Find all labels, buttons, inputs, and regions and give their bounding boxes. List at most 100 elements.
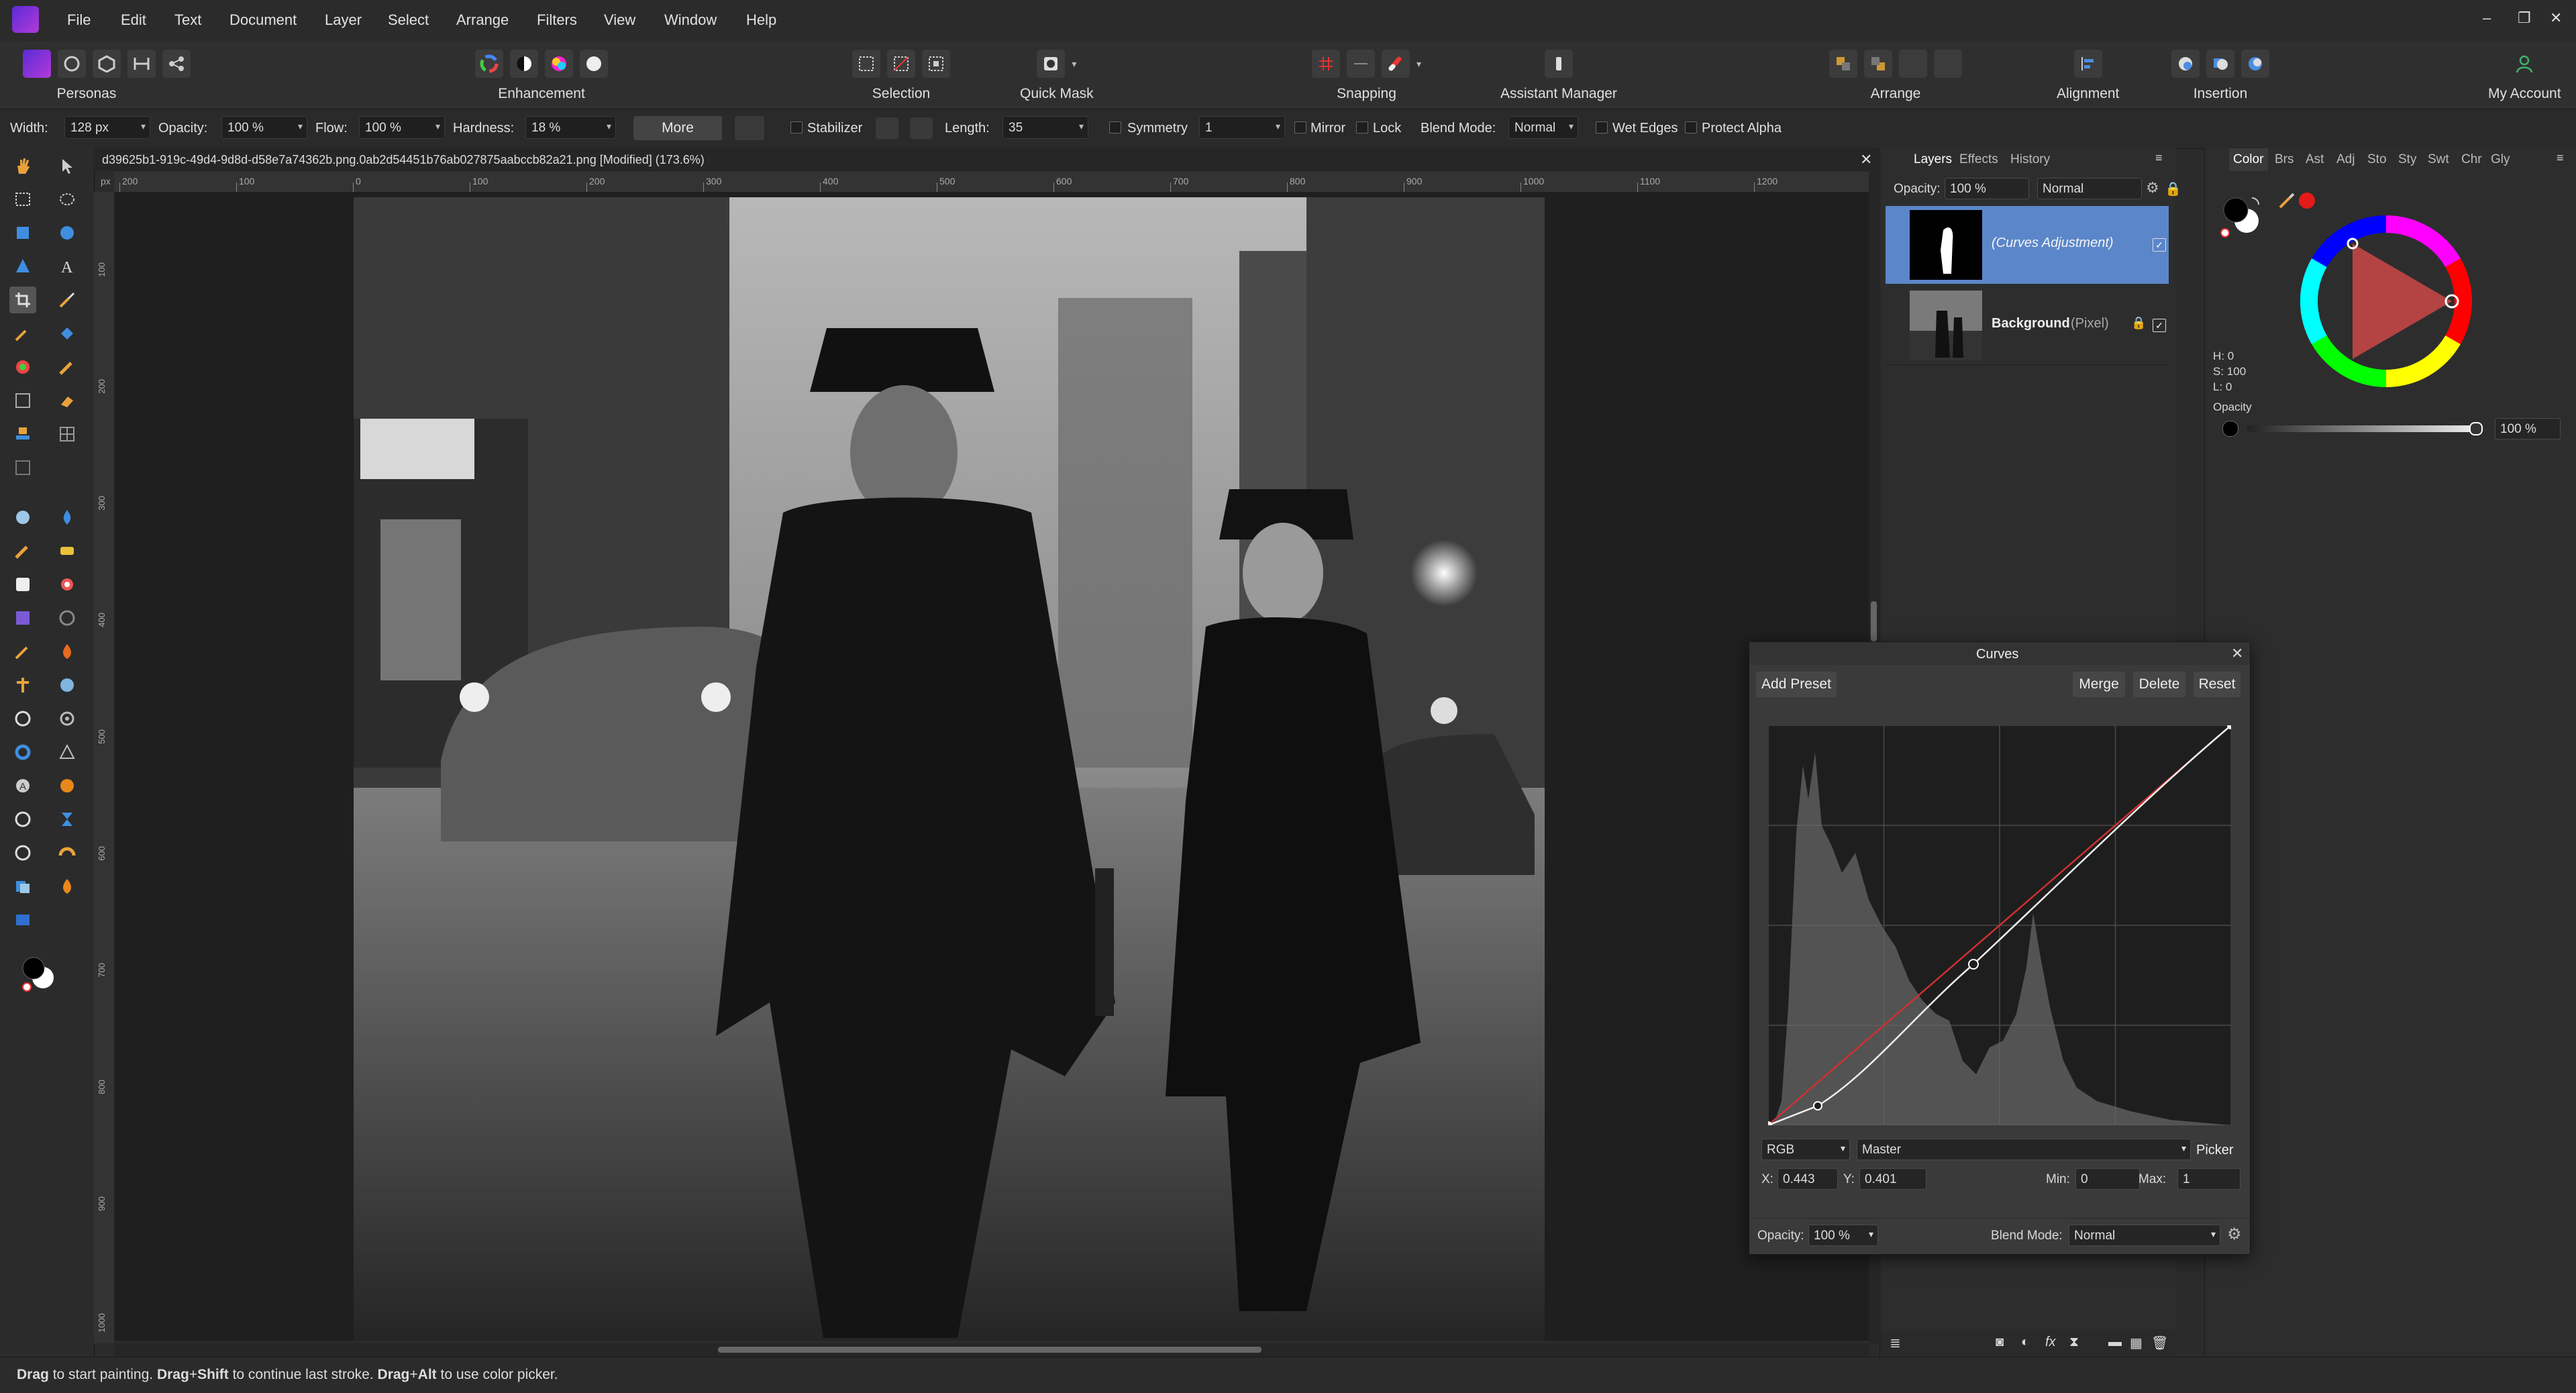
close-window-button[interactable]: ✕ <box>2550 9 2562 27</box>
live-filter-icon[interactable]: ⧗ <box>2069 1335 2079 1350</box>
tab-swatches[interactable]: Swt <box>2428 152 2449 167</box>
paint-brush-tool-icon[interactable] <box>54 287 81 313</box>
clone-stamp-tool-icon[interactable] <box>9 421 36 448</box>
burn-tool-icon[interactable] <box>54 638 81 665</box>
document-image[interactable] <box>354 197 1545 1341</box>
layer-stack-icon[interactable]: ≣ <box>1890 1335 1901 1351</box>
select-all-icon[interactable] <box>852 50 880 78</box>
picker-button[interactable]: Picker <box>2196 1143 2234 1158</box>
length-field[interactable]: 35 ▾ <box>1002 116 1088 139</box>
hardness-field[interactable]: 18 % ▾ <box>525 116 616 139</box>
liquify-persona-icon[interactable] <box>58 50 86 78</box>
colour-space-select[interactable]: RGB ▾ <box>1761 1139 1850 1160</box>
frame-tool-icon[interactable] <box>9 873 36 900</box>
quick-mask-dropdown-icon[interactable]: ▾ <box>1072 58 1076 70</box>
pixel-tool-icon[interactable] <box>9 354 36 380</box>
tone-mapping-persona-icon[interactable] <box>127 50 156 78</box>
freehand-selection-icon[interactable] <box>54 186 81 213</box>
opacity-dropdown-icon[interactable]: ▾ <box>298 121 303 132</box>
fx-icon[interactable]: fx <box>2045 1335 2056 1350</box>
curves-opacity-field[interactable]: 100 % ▾ <box>1808 1225 1878 1246</box>
tab-effects[interactable]: Effects <box>1959 152 1998 167</box>
arrange-front-icon[interactable] <box>1829 50 1857 78</box>
hand-tool-icon[interactable] <box>9 152 36 179</box>
current-color-dot[interactable] <box>2299 193 2315 209</box>
gradient-tool-icon[interactable] <box>9 605 36 631</box>
horizontal-scrollbar[interactable] <box>114 1343 1869 1357</box>
tab-layers[interactable]: Layers <box>1914 152 1952 167</box>
smudge-tool-icon[interactable] <box>9 537 36 564</box>
crop-tool-icon[interactable] <box>9 287 36 313</box>
tab-glyphs[interactable]: Gly <box>2491 152 2510 167</box>
rope-mode-icon[interactable] <box>876 117 898 139</box>
invert-selection-icon[interactable] <box>922 50 950 78</box>
color-wheel[interactable] <box>2298 213 2475 390</box>
background-layer-visibility-checkbox[interactable]: ✓ <box>2153 319 2166 332</box>
opacity-field[interactable]: 100 % ▾ <box>221 116 307 139</box>
width-dropdown-icon[interactable]: ▾ <box>141 121 146 132</box>
patch-tool-icon[interactable] <box>9 672 36 699</box>
tab-assets[interactable]: Ast <box>2306 152 2324 167</box>
mask-layer-icon[interactable]: ◙ <box>1996 1335 2004 1350</box>
snap-grid-icon[interactable] <box>1312 50 1340 78</box>
insert-top-icon[interactable] <box>2241 50 2269 78</box>
layer-lock-icon[interactable]: 🔒 <box>2165 180 2181 197</box>
shape-orange-icon[interactable] <box>54 772 81 799</box>
layer-row-curves[interactable]: (Curves Adjustment) ✓ <box>1886 206 2169 284</box>
close-document-icon[interactable]: ✕ <box>1860 151 1872 168</box>
menu-edit[interactable]: Edit <box>121 11 146 29</box>
menu-layer[interactable]: Layer <box>325 11 362 29</box>
cog-tool-icon[interactable]: A <box>9 772 36 799</box>
width-field[interactable]: 128 px ▾ <box>64 116 150 139</box>
maximize-button[interactable]: ❐ <box>2518 9 2531 27</box>
background-layer-lock-icon[interactable]: 🔒 <box>2131 316 2146 330</box>
mirror-checkbox[interactable] <box>1294 121 1306 134</box>
develop-persona-icon[interactable] <box>93 50 121 78</box>
panel-menu-icon[interactable]: ≡ <box>2155 151 2163 165</box>
menu-select[interactable]: Select <box>388 11 429 29</box>
color-panel-menu-icon[interactable]: ≡ <box>2557 151 2564 165</box>
curves-layer-visibility-checkbox[interactable]: ✓ <box>2153 238 2166 252</box>
ring-tool-icon[interactable] <box>54 705 81 732</box>
deselect-icon[interactable] <box>887 50 915 78</box>
curves-settings-icon[interactable]: ⚙ <box>2227 1225 2242 1244</box>
layer-opacity-field[interactable]: 100 % <box>1945 178 2029 199</box>
vertical-scroll-thumb[interactable] <box>1871 601 1877 641</box>
arrange-back-icon[interactable] <box>1899 50 1927 78</box>
ellipse-tool-icon[interactable] <box>54 219 81 246</box>
dodge-tool-icon[interactable] <box>9 504 36 531</box>
blur-tool-icon[interactable] <box>54 504 81 531</box>
table-tool-icon[interactable] <box>9 907 36 933</box>
insert-behind-icon[interactable] <box>2206 50 2234 78</box>
account-icon[interactable] <box>2510 50 2538 78</box>
menu-document[interactable]: Document <box>229 11 297 29</box>
snapping-magnet-icon[interactable] <box>1382 50 1410 78</box>
blend-mode-dropdown-icon[interactable]: ▾ <box>1569 121 1574 132</box>
lock-checkbox[interactable] <box>1356 121 1368 134</box>
flow-field[interactable]: 100 % ▾ <box>359 116 445 139</box>
perspective-tool-icon[interactable] <box>9 387 36 414</box>
hardness-dropdown-icon[interactable]: ▾ <box>607 121 611 132</box>
photo-persona-icon[interactable] <box>23 50 51 78</box>
retouch-tool-icon[interactable] <box>9 638 36 665</box>
menu-help[interactable]: Help <box>746 11 776 29</box>
curves-graph[interactable] <box>1768 725 2231 1125</box>
min-field[interactable]: 0 <box>2075 1168 2140 1190</box>
transparency-tool-icon[interactable] <box>9 571 36 598</box>
vector-tool-icon[interactable] <box>9 705 36 732</box>
menu-window[interactable]: Window <box>664 11 717 29</box>
eraser-tool-icon[interactable] <box>54 387 81 414</box>
x-field[interactable]: 0.443 <box>1778 1168 1838 1190</box>
alignment-icon[interactable] <box>2073 50 2102 78</box>
auto-colors-icon[interactable] <box>545 50 573 78</box>
tab-adjustments[interactable]: Adj <box>2336 152 2355 167</box>
document-tab[interactable]: d39625b1-919c-49d4-9d8d-d58e7a74362b.png… <box>94 148 1879 171</box>
rainbow-tool-icon[interactable] <box>54 839 81 866</box>
quick-mask-icon[interactable] <box>1037 50 1066 78</box>
text-tool-icon[interactable]: A <box>54 253 81 280</box>
tab-character[interactable]: Chr <box>2461 152 2482 167</box>
triangle-tool-icon[interactable] <box>54 739 81 766</box>
brush-options-icon[interactable] <box>735 116 764 140</box>
assistant-manager-icon[interactable] <box>1544 50 1573 78</box>
curves-close-icon[interactable]: ✕ <box>2231 645 2243 662</box>
